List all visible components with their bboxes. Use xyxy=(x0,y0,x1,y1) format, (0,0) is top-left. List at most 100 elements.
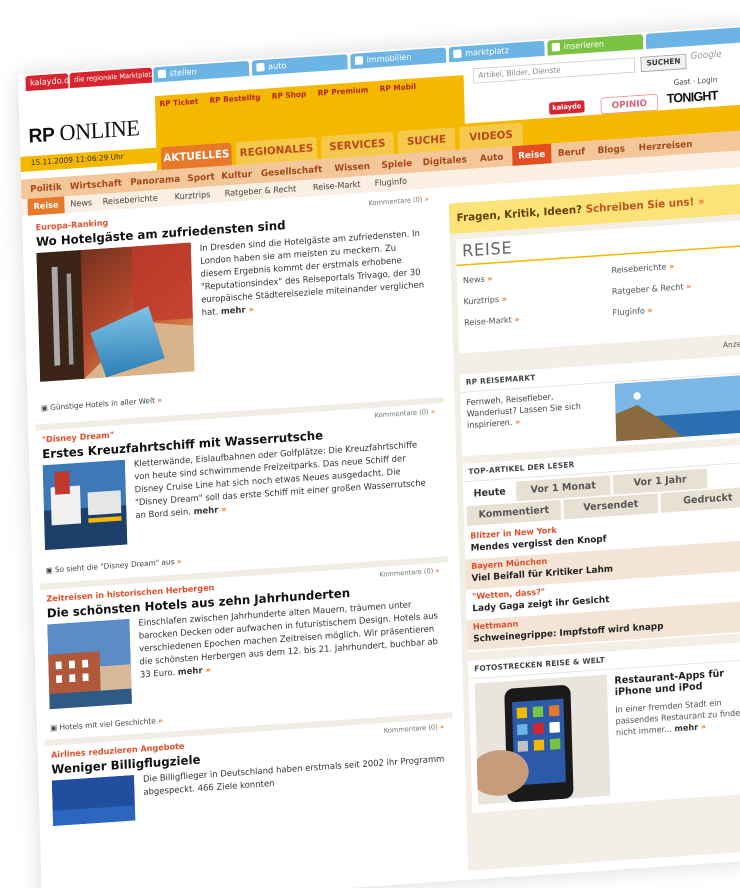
kalaydo-promo[interactable]: kalaydo xyxy=(549,100,585,115)
sidebar: Fragen, Kritik, Ideen? Schreiben Sie uns… xyxy=(448,182,740,871)
reise-link-berichte[interactable]: Reiseberichte » xyxy=(611,261,674,275)
more-label: mehr xyxy=(177,664,203,678)
cruise-ship-image[interactable] xyxy=(42,459,128,551)
auto-icon xyxy=(256,62,265,72)
tab-inserieren-label: inserieren xyxy=(563,38,605,52)
search-button[interactable]: SUCHEN xyxy=(640,53,687,73)
reise-link-markt[interactable]: Reise-Markt » xyxy=(464,314,520,328)
foto-text: In einer fremden Stadt ein passendes Res… xyxy=(615,694,740,738)
tab-kalaydo[interactable]: kalaydo.de xyxy=(25,73,69,92)
arrow-icon: » xyxy=(685,281,692,292)
reise-link-fluginfo[interactable]: Fluginfo » xyxy=(612,305,652,318)
comments-label: Kommentare (0) xyxy=(379,567,434,580)
sub-fluginfo[interactable]: Fluginfo xyxy=(374,173,407,192)
inserieren-icon xyxy=(551,42,561,52)
top-articles-box: TOP-ARTIKEL DER LESER Heute Vor 1 Monat … xyxy=(462,443,740,652)
more-link[interactable]: mehr » xyxy=(193,504,226,517)
historic-hotel-image[interactable] xyxy=(47,618,132,710)
reisemarkt-text[interactable]: Fernweh, Reisefieber, Wanderlust? Lassen… xyxy=(466,388,599,431)
comments-link[interactable]: Kommentare (0) » xyxy=(379,567,440,579)
arrow-icon: » xyxy=(157,396,163,406)
sub-ratgeber[interactable]: Ratgeber & Recht xyxy=(224,181,297,203)
reise-box: REISE News » Reiseberichte » Kurztrips »… xyxy=(455,219,740,354)
arrow-icon: » xyxy=(430,408,436,417)
more-link[interactable]: mehr » xyxy=(674,722,706,734)
arrow-icon: » xyxy=(435,567,440,576)
gallery-link[interactable]: ▣ So sieht die "Disney Dream" aus » xyxy=(46,558,182,576)
reise-link-ratgeber[interactable]: Ratgeber & Recht » xyxy=(612,281,692,296)
foto-headline[interactable]: Restaurant-Apps für iPhone und iPod xyxy=(614,665,740,698)
more-label: mehr xyxy=(193,504,219,517)
search-input[interactable]: Artikel, Bilder, Dienste xyxy=(472,57,636,84)
arrow-icon: » xyxy=(221,503,227,515)
sub-reiseberichte[interactable]: Reiseberichte xyxy=(102,190,158,210)
stellen-icon xyxy=(157,69,167,79)
reisemarkt-box: RP REISEMARKT Fernweh, Reisefieber, Wand… xyxy=(459,354,740,457)
comments-link[interactable]: Kommentare (0) » xyxy=(368,196,429,208)
tab-immobilien-label: immobilien xyxy=(366,52,412,65)
more-label: mehr xyxy=(674,722,699,734)
google-logo: Google xyxy=(690,48,722,62)
gallery-label: Günstige Hotels in aller Welt xyxy=(50,396,156,413)
gallery-link[interactable]: ▣ Günstige Hotels in aller Welt » xyxy=(41,396,162,413)
smartphone-image[interactable] xyxy=(474,674,611,805)
fotostrecken-box: FOTOSTRECKEN REISE & WELT Restaurant-App… xyxy=(468,640,740,813)
datetime-bar: 15.11.2009 11:06:29 Uhr xyxy=(20,147,157,173)
reise-link-fluginfo-label: Fluginfo xyxy=(612,305,646,318)
article-body: In Dresden sind die Hotelgäste am zufrie… xyxy=(200,226,430,319)
reise-link-ratgeber-label: Ratgeber & Recht xyxy=(611,281,684,297)
reise-link-news[interactable]: News » xyxy=(463,274,493,286)
ad-label: Anzeige: xyxy=(723,339,740,349)
more-link[interactable]: mehr » xyxy=(178,664,211,677)
feedback-question: Fragen, Kritik, Ideen? xyxy=(456,203,583,225)
sec-blogs[interactable]: Blogs xyxy=(597,139,625,161)
arrow-icon: » xyxy=(647,305,653,316)
sec-kultur[interactable]: Kultur xyxy=(221,164,252,186)
link-rp-mobil[interactable]: RP Mobil xyxy=(380,83,417,94)
sub-kurztrips[interactable]: Kurztrips xyxy=(174,186,211,205)
sub-news[interactable]: News xyxy=(70,195,92,213)
feedback-link[interactable]: Schreiben Sie uns! xyxy=(585,196,694,216)
sec-spiele[interactable]: Spiele xyxy=(381,153,412,175)
tab-heute[interactable]: Heute xyxy=(465,481,514,505)
sec-auto[interactable]: Auto xyxy=(480,147,504,168)
airplane-image[interactable] xyxy=(51,774,136,827)
sec-politik[interactable]: Politik xyxy=(30,177,62,199)
reise-link-berichte-label: Reiseberichte xyxy=(611,261,667,276)
arrow-icon: » xyxy=(176,557,182,567)
sec-wissen[interactable]: Wissen xyxy=(334,156,370,178)
tonight-promo[interactable]: TONIGHT xyxy=(667,88,718,107)
arrow-icon: » xyxy=(487,273,493,284)
comments-link[interactable]: Kommentare (0) » xyxy=(375,408,436,420)
hotel-lobby-image[interactable] xyxy=(36,242,195,382)
rp-online-page: kalaydo.de die regionale Marktplatz stel… xyxy=(18,25,740,888)
rp-online-logo[interactable]: RP ONLINE xyxy=(28,115,140,148)
arrow-icon: » xyxy=(157,716,163,726)
link-rp-ticket[interactable]: RP Ticket xyxy=(159,98,198,109)
gallery-label: Hotels mit viel Geschichte xyxy=(59,717,156,733)
reise-tag[interactable]: Reise xyxy=(27,196,65,216)
more-label: mehr xyxy=(220,304,246,317)
coast-image[interactable] xyxy=(614,374,740,442)
sub-reise-markt[interactable]: Reise-Markt xyxy=(313,176,361,196)
comments-link[interactable]: Kommentare (0) » xyxy=(384,723,445,735)
arrow-icon: » xyxy=(514,416,521,428)
link-rp-shop[interactable]: RP Shop xyxy=(272,90,307,101)
tab-marktplatz-label: marktplatz xyxy=(464,45,510,59)
reise-link-kurztrips[interactable]: Kurztrips » xyxy=(463,294,507,307)
arrow-icon: » xyxy=(700,721,707,732)
more-link[interactable]: mehr » xyxy=(221,304,254,317)
link-rp-bestellung[interactable]: RP Bestelltg xyxy=(209,93,260,105)
link-rp-premium[interactable]: RP Premium xyxy=(318,86,369,98)
arrow-icon: » xyxy=(697,195,705,208)
gallery-link[interactable]: ▣ Hotels mit viel Geschichte » xyxy=(50,717,163,733)
reise-link-kurztrips-label: Kurztrips xyxy=(463,294,500,307)
login-links[interactable]: Gast · Login xyxy=(674,76,718,87)
gallery-icon: ▣ xyxy=(40,404,49,413)
sec-sport[interactable]: Sport xyxy=(187,166,215,188)
article-disney-dream: "Disney Dream" Kommentare (0) » Erstes K… xyxy=(35,403,449,590)
sec-beruf[interactable]: Beruf xyxy=(558,141,586,163)
comments-label: Kommentare (0) xyxy=(374,408,429,420)
sec-reise[interactable]: Reise xyxy=(512,143,552,166)
tab-regional-market-label: die regionale Marktplatz xyxy=(74,71,153,85)
